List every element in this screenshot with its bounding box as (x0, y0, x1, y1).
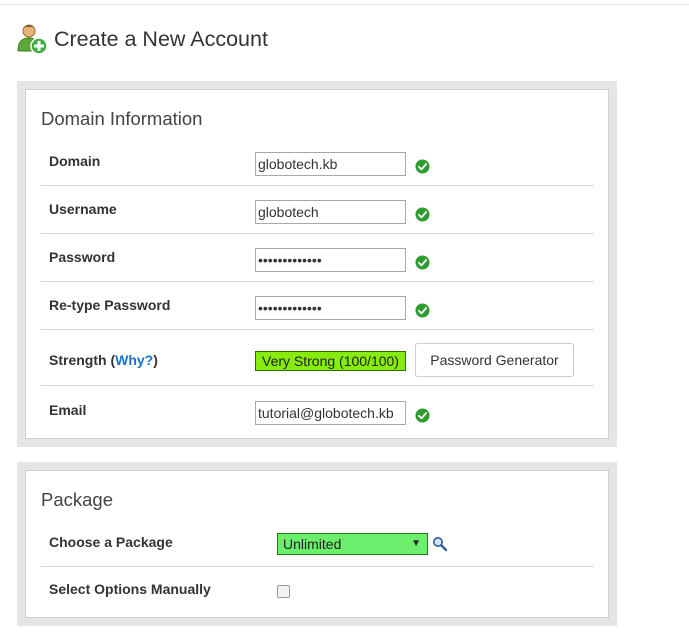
page-header: Create a New Account (16, 22, 268, 56)
package-select-value: Unlimited (283, 536, 342, 552)
email-row: Email (41, 386, 594, 436)
strength-label: Strength (Why?) (49, 352, 158, 368)
strength-paren-close: ) (153, 352, 158, 368)
password-row: Password (41, 234, 594, 282)
choose-package-row: Choose a Package Unlimited ▼ (41, 525, 594, 567)
strength-row: Strength (Why?) Very Strong (100/100) Pa… (41, 330, 594, 386)
page-title: Create a New Account (54, 26, 268, 51)
domain-label: Domain (49, 153, 101, 169)
domain-information-panel: Domain Information Domain Username (17, 81, 617, 447)
package-title: Package (41, 489, 113, 510)
top-divider (0, 0, 689, 5)
green-check-icon (415, 159, 430, 174)
strength-paren-open: ( (106, 352, 116, 368)
green-check-icon (415, 255, 430, 270)
select-options-manually-row: Select Options Manually (41, 567, 594, 609)
select-options-manually-checkbox[interactable] (277, 585, 290, 598)
retype-password-input[interactable] (255, 296, 406, 320)
green-check-icon (415, 408, 430, 423)
domain-information-title: Domain Information (41, 108, 203, 129)
password-strength-meter: Very Strong (100/100) (255, 351, 406, 371)
domain-input[interactable] (255, 152, 406, 176)
choose-package-label: Choose a Package (49, 534, 173, 550)
why-link[interactable]: Why? (115, 352, 153, 368)
package-panel-body: Package Choose a Package Unlimited ▼ Sel… (25, 470, 609, 618)
package-select[interactable]: Unlimited ▼ (277, 533, 428, 555)
retype-password-row: Re-type Password (41, 282, 594, 330)
green-check-icon (415, 207, 430, 222)
email-label: Email (49, 402, 87, 418)
username-row: Username (41, 186, 594, 234)
strength-label-text: Strength (49, 352, 107, 368)
password-generator-button[interactable]: Password Generator (415, 343, 574, 377)
package-panel: Package Choose a Package Unlimited ▼ Sel… (17, 462, 617, 626)
create-account-page: Create a New Account Domain Information … (0, 0, 689, 638)
select-options-manually-label: Select Options Manually (49, 581, 211, 597)
magnifier-icon[interactable] (432, 536, 448, 552)
dropdown-arrow-icon: ▼ (411, 538, 421, 549)
user-add-icon (17, 24, 48, 55)
retype-password-label: Re-type Password (49, 297, 171, 313)
password-label: Password (49, 249, 116, 265)
password-input[interactable] (255, 248, 406, 272)
green-check-icon (415, 303, 430, 318)
username-input[interactable] (255, 200, 406, 224)
username-label: Username (49, 201, 117, 217)
domain-information-panel-body: Domain Information Domain Username (25, 89, 609, 439)
email-input[interactable] (255, 401, 406, 425)
domain-row: Domain (41, 148, 594, 186)
